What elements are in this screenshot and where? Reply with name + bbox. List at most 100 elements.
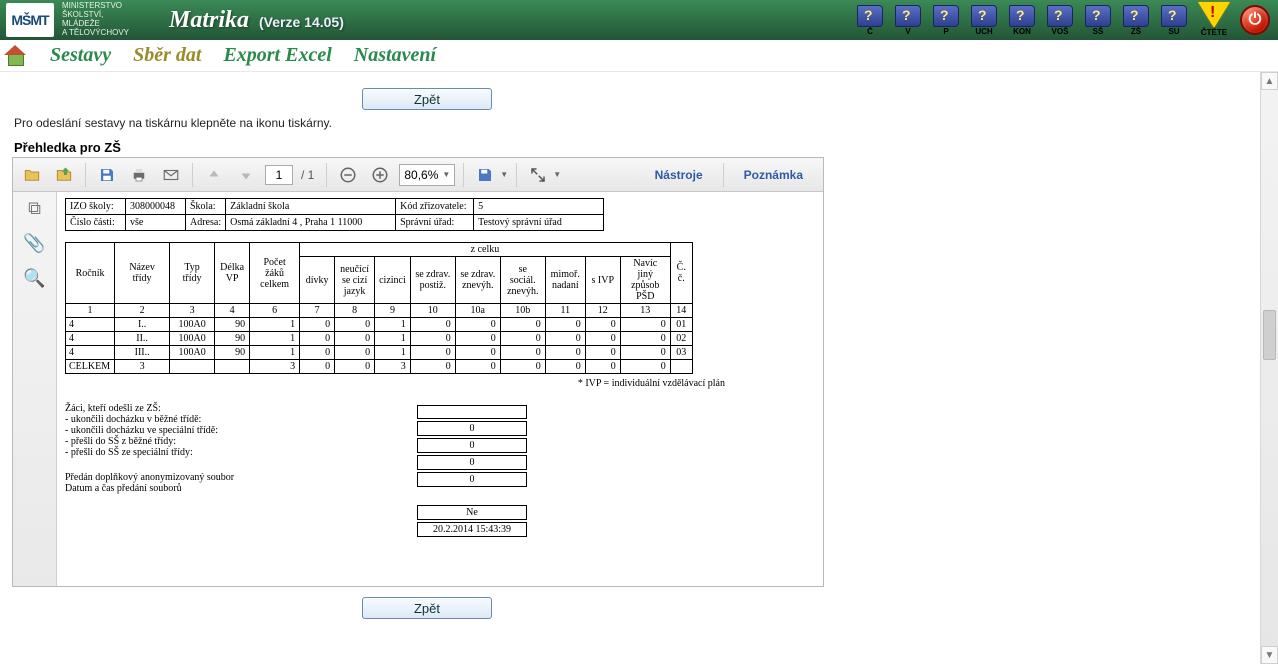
binoculars-icon[interactable]: 🔍	[23, 268, 45, 289]
page-down-icon[interactable]	[233, 162, 259, 188]
help-icon-label: VOŠ	[1052, 28, 1069, 36]
app-title-text: Matrika	[169, 7, 249, 33]
open-from-icon[interactable]	[51, 162, 77, 188]
print-icon[interactable]	[126, 162, 152, 188]
cell: Adresa:	[186, 215, 226, 231]
section-title: Přehledka pro ZŠ	[14, 140, 1266, 155]
help-icon-c[interactable]: Č	[856, 4, 884, 36]
report-viewer: / 1 80,6% ▼ ▼ ▼ Nástroje	[12, 157, 824, 587]
scroll-thumb[interactable]	[1263, 310, 1276, 360]
zoom-out-icon[interactable]	[335, 162, 361, 188]
top-icon-strip: Č V P UCH KON VOŠ SŠ ZŠ SU ČTĚTE ⏻	[856, 2, 1270, 37]
cell: IZO školy:	[66, 199, 126, 215]
printer-hint: Pro odeslání sestavy na tiskárnu klepnět…	[14, 116, 1266, 130]
save-icon[interactable]	[94, 162, 120, 188]
help-icon-ss[interactable]: SŠ	[1084, 4, 1112, 36]
power-icon: ⏻	[1249, 12, 1262, 28]
help-icon-uch[interactable]: UCH	[970, 4, 998, 36]
msmt-logo: MŠMT	[6, 3, 54, 37]
home-icon[interactable]	[6, 46, 28, 66]
cell: vše	[126, 215, 186, 231]
cell: Číslo části:	[66, 215, 126, 231]
help-icon-p[interactable]: P	[932, 4, 960, 36]
scroll-track[interactable]	[1261, 90, 1278, 646]
attachment-icon[interactable]: 📎	[23, 233, 45, 254]
footer-value: 0	[417, 421, 527, 436]
help-icon-v[interactable]: V	[894, 4, 922, 36]
footer-label: Datum a čas předání souborů	[65, 483, 385, 494]
zoom-select[interactable]: 80,6% ▼	[399, 164, 455, 186]
chevron-down-icon: ▼	[500, 170, 508, 179]
help-icon-zs[interactable]: ZŠ	[1122, 4, 1150, 36]
pages-icon[interactable]: ⧉	[28, 198, 41, 219]
help-icon-kon[interactable]: KON	[1008, 4, 1036, 36]
app-version: (Verze 14.05)	[259, 14, 344, 30]
help-icon-label: ZŠ	[1131, 28, 1141, 36]
help-icon-vos[interactable]: VOŠ	[1046, 4, 1074, 36]
top-header-bar: MŠMT MINISTERSTVO ŠKOLSTVÍ, MLÁDEŽE A TĚ…	[0, 0, 1278, 40]
logo-block: MŠMT MINISTERSTVO ŠKOLSTVÍ, MLÁDEŽE A TĚ…	[0, 0, 129, 40]
toolbar-separator	[326, 163, 327, 187]
warning-label: ČTĚTE	[1201, 29, 1227, 37]
page-total-label: / 1	[301, 168, 314, 182]
footer-value: 0	[417, 472, 527, 487]
page-number-input[interactable]	[265, 165, 293, 185]
open-icon[interactable]	[19, 162, 45, 188]
toolbar-separator	[463, 163, 464, 187]
footer-label: - přešli do SŠ z běžné třídy:	[65, 436, 385, 447]
chevron-down-icon: ▼	[553, 170, 561, 179]
scroll-down-icon[interactable]: ▼	[1261, 646, 1278, 664]
cell: Kód zřizovatele:	[396, 199, 474, 215]
cell: Osmá základní 4 , Praha 1 11000	[226, 215, 396, 231]
cell: Základní škola	[226, 199, 396, 215]
chevron-down-icon: ▼	[442, 170, 450, 179]
footer-value: Ne	[417, 505, 527, 520]
document-scroll-area[interactable]: IZO školy: 308000048 Škola: Základní ško…	[57, 192, 823, 586]
footer-values-table-2: Ne 20.2.2014 15:43:39	[415, 503, 529, 539]
back-button-bottom[interactable]: Zpět	[362, 597, 492, 619]
cell: Správní úřad:	[396, 215, 474, 231]
viewer-side-tools: ⧉ 📎 🔍	[13, 192, 57, 586]
cell: Testový správní úřad	[474, 215, 604, 231]
toolbar-separator	[516, 163, 517, 187]
menu-nastaveni[interactable]: Nastavení	[354, 44, 436, 67]
page-up-icon[interactable]	[201, 162, 227, 188]
save-dropdown-icon[interactable]	[472, 162, 498, 188]
tab-nastroje[interactable]: Nástroje	[641, 159, 717, 191]
viewer-body: ⧉ 📎 🔍 IZO školy: 308000048 Škola: Základ…	[13, 192, 823, 586]
viewer-toolbar: / 1 80,6% ▼ ▼ ▼ Nástroje	[13, 158, 823, 192]
footer-label: - přešli do SŠ ze speciální třídy:	[65, 447, 385, 458]
logout-button[interactable]: ⏻	[1240, 5, 1270, 35]
menu-sestavy[interactable]: Sestavy	[50, 44, 111, 67]
cell: 5	[474, 199, 604, 215]
help-icon-label: SŠ	[1093, 28, 1104, 36]
scroll-up-icon[interactable]: ▲	[1261, 72, 1278, 90]
footer-label: - ukončili docházku ve speciální třídě:	[65, 425, 385, 436]
menu-export-excel[interactable]: Export Excel	[223, 44, 331, 67]
tab-poznamka[interactable]: Poznámka	[730, 159, 817, 191]
footer-value: 0	[417, 455, 527, 470]
report-header-table: IZO školy: 308000048 Škola: Základní ško…	[65, 198, 604, 231]
footer-value: 20.2.2014 15:43:39	[417, 522, 527, 537]
help-icon-label: UCH	[975, 28, 992, 36]
footer-label: - ukončili docházku v běžné třídě:	[65, 414, 385, 425]
warning-icon	[1198, 2, 1230, 28]
warning-ctete[interactable]: ČTĚTE	[1198, 2, 1230, 37]
back-button-top[interactable]: Zpět	[362, 88, 492, 110]
footer-values-table: 0 0 0 0	[415, 403, 529, 489]
zoom-in-icon[interactable]	[367, 162, 393, 188]
main-menu-bar: Sestavy Sběr dat Export Excel Nastavení	[0, 40, 1278, 72]
report-footer-block: Žáci, kteří odešli ze ZŠ: - ukončili doc…	[65, 403, 815, 539]
mail-icon[interactable]	[158, 162, 184, 188]
footer-label: Předán doplňkový anonymizovaný soubor	[65, 472, 385, 483]
help-icon-su[interactable]: SU	[1160, 4, 1188, 36]
window-scrollbar[interactable]: ▲ ▼	[1260, 72, 1278, 664]
cell: Škola:	[186, 199, 226, 215]
report-data-grid: RočníkNázev třídyTyp třídyDélka VPPočet …	[65, 242, 693, 374]
menu-sber-dat[interactable]: Sběr dat	[133, 44, 201, 67]
fullscreen-icon[interactable]	[525, 162, 551, 188]
zoom-value: 80,6%	[404, 168, 438, 182]
ministry-text: MINISTERSTVO ŠKOLSTVÍ, MLÁDEŽE A TĚLOVÝC…	[60, 2, 129, 37]
toolbar-separator	[192, 163, 193, 187]
cell: 308000048	[126, 199, 186, 215]
